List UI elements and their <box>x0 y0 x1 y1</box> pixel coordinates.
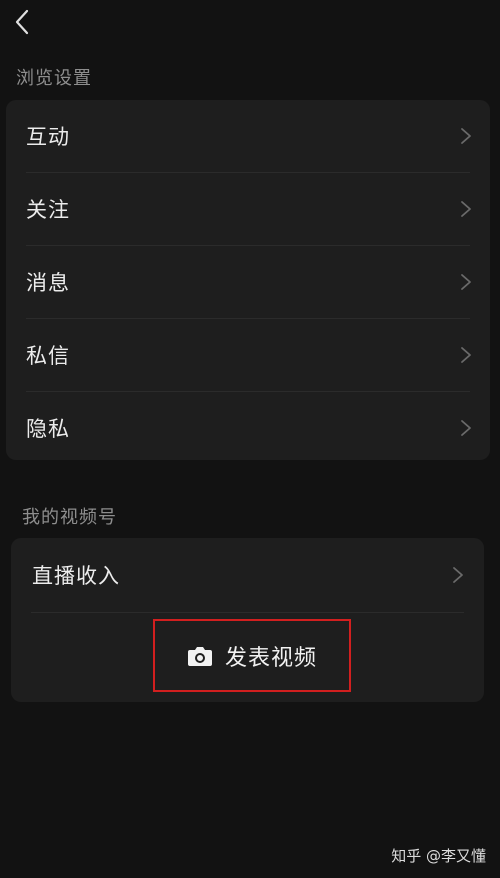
publish-video-label: 发表视频 <box>224 645 317 671</box>
browse-settings-card: 互动 关注 消息 私信 隐私 <box>6 100 490 460</box>
row-follow[interactable]: 关注 <box>6 173 490 245</box>
my-channel-title: 我的视频号 <box>22 507 117 528</box>
publish-video-button[interactable]: 发表视频 <box>153 619 351 692</box>
camera-icon <box>187 646 212 666</box>
row-label: 互动 <box>26 125 70 149</box>
row-label: 消息 <box>26 271 70 295</box>
row-live-income[interactable]: 直播收入 <box>11 538 484 612</box>
chevron-right-icon <box>461 201 471 217</box>
row-label: 关注 <box>26 198 70 222</box>
row-label: 隐私 <box>26 417 70 441</box>
row-private-messages[interactable]: 私信 <box>6 319 490 391</box>
chevron-right-icon <box>461 128 471 144</box>
chevron-right-icon <box>461 274 471 290</box>
watermark: 知乎 @李又懂 <box>391 847 486 865</box>
settings-page: 浏览设置 互动 关注 消息 私信 隐私 我的视频号 直播收入 发表视频 知乎 @… <box>0 0 500 878</box>
row-interaction[interactable]: 互动 <box>6 100 490 172</box>
chevron-right-icon <box>453 567 463 583</box>
row-privacy[interactable]: 隐私 <box>6 392 490 460</box>
row-messages[interactable]: 消息 <box>6 246 490 318</box>
divider <box>31 612 464 613</box>
back-button[interactable] <box>4 4 40 40</box>
row-label: 直播收入 <box>32 564 120 588</box>
chevron-right-icon <box>461 347 471 363</box>
row-label: 私信 <box>26 344 70 368</box>
chevron-left-icon <box>15 9 29 35</box>
chevron-right-icon <box>461 420 471 436</box>
browse-settings-title: 浏览设置 <box>16 68 92 89</box>
